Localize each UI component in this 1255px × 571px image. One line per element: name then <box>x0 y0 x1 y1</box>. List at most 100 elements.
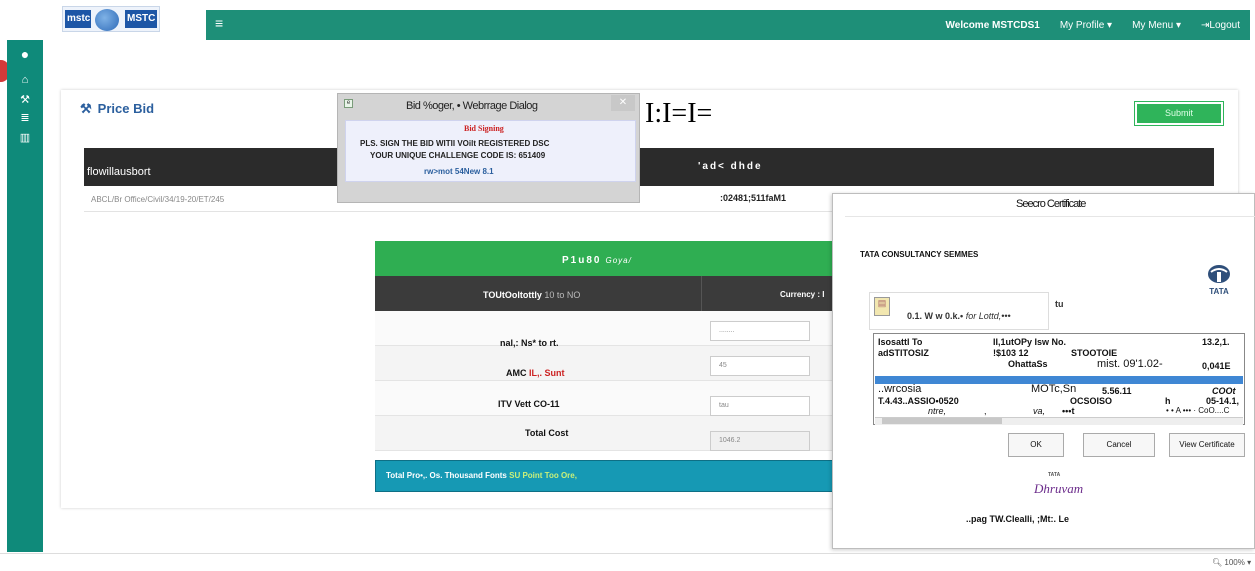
challenge-code-message: YOUR UNIQUE CHALLENGE CODE IS: 651409 <box>370 151 546 160</box>
logout-link[interactable]: ⇥Logout <box>1201 20 1240 31</box>
chart-icon[interactable]: ▥ <box>19 132 31 144</box>
rate-input[interactable]: ........ <box>710 321 810 341</box>
cert-cell: 5.56.11 <box>1102 386 1132 396</box>
logout-label: Logout <box>1209 19 1240 31</box>
cancel-button[interactable]: Cancel <box>1083 433 1155 457</box>
page-title-text: Price Bid <box>97 101 155 116</box>
total-in-words: Total Pro•,. Os. Thousand Fonts SU Point… <box>386 471 577 480</box>
cert-cell: !$103 12 <box>993 348 1029 358</box>
mstc-logo[interactable]: mstc MSTC <box>62 6 160 32</box>
page-title: ⚒ Price Bid <box>80 101 154 117</box>
navbar: ≡ Welcome MSTCDS1 My Profile ▾ My Menu ▾… <box>206 10 1250 40</box>
divider <box>845 216 1255 217</box>
certificate-icon: ▤ <box>874 297 890 316</box>
logo-text-right: MSTC <box>125 10 157 28</box>
home-icon[interactable]: ⌂ <box>19 74 31 86</box>
cert-cell: COOt <box>1212 386 1236 396</box>
zoom-control[interactable]: 🔍︎ 100% ▾ <box>1212 558 1251 567</box>
bid-signing-label: Bid Signing <box>464 124 504 133</box>
cert-cell: 13.2,1. <box>1202 337 1230 347</box>
cert-dialog-footer: ..pag TW.Clealli, ;Mt:. Le <box>966 514 1070 524</box>
tender-ref-text: ABCL/Br Office/Civil/34/19-20/ET/245 <box>91 195 225 204</box>
my-profile-menu[interactable]: My Profile ▾ <box>1060 20 1112 31</box>
tender-ref-number: :02481;511faM1 <box>720 193 787 203</box>
zoom-icon: 🔍︎ <box>1212 558 1223 567</box>
tata-logo: TATA <box>1208 265 1230 296</box>
cert-info-line-text: 0.1. W w 0.k.• <box>907 311 964 321</box>
cert-cell: , <box>984 406 987 416</box>
price-table-title-italic: Goya/ <box>605 256 632 265</box>
cert-info-line-italic: for Lottd,••• <box>965 311 1011 321</box>
list-icon[interactable]: ≣ <box>19 112 31 124</box>
price-table-col-currency: Currency : I <box>780 290 825 299</box>
total-cost-field: 1046.2 <box>710 431 810 451</box>
row-label-rate: nal,: Ns* to rt. <box>500 338 559 348</box>
dialog-app-icon: e <box>344 99 353 108</box>
row-label-amc-red: IL,. Sunt <box>529 368 565 378</box>
view-certificate-button[interactable]: View Certificate <box>1169 433 1245 457</box>
tax-input[interactable]: tau <box>710 396 810 416</box>
row-label-amc: AMC IL,. Sunt <box>506 368 565 378</box>
cert-cell: •••t <box>1062 406 1075 416</box>
submit-button[interactable]: Submit <box>1134 101 1224 126</box>
cert-cell: mist. 09'1.02- <box>1097 358 1163 370</box>
globe-icon <box>95 9 119 31</box>
cert-cell: h <box>1165 396 1171 406</box>
scrollbar-thumb[interactable] <box>882 418 1002 424</box>
cert-cell: STOOTOIE <box>1071 348 1118 358</box>
price-table-col-item: TOUtOoltottly 10 to NO <box>483 290 580 300</box>
cert-cell: OCSOISO <box>1070 396 1113 406</box>
dhruvam-tata-text: TATA <box>1048 472 1061 478</box>
ok-button[interactable]: OK <box>1008 433 1064 457</box>
total-in-words-highlight: SU Point Too Ore, <box>509 471 577 480</box>
hamburger-menu-icon[interactable]: ≡ <box>215 16 227 30</box>
cert-cell: 0,041E <box>1202 361 1231 371</box>
cert-cell: • • A ••• · CoO....C <box>1166 406 1230 415</box>
row-label-total: Total Cost <box>525 428 569 438</box>
my-menu[interactable]: My Menu ▾ <box>1132 20 1181 31</box>
row-label-tax: ITV Vett CO-11 <box>498 399 560 409</box>
cert-cell: OhattaSs <box>1008 359 1048 369</box>
tender-header-bar <box>84 148 1214 186</box>
top-bar: mstc MSTC ≡ Welcome MSTCDS1 My Profile ▾… <box>0 0 1255 40</box>
col-item-suffix: 10 to NO <box>544 290 581 300</box>
sign-link[interactable]: rw>mot 54New 8.1 <box>424 167 494 176</box>
cert-info-line: 0.1. W w 0.k.• for Lottd,••• <box>907 311 1011 321</box>
cert-cell: T.4.43..ASSIO•0520 <box>878 396 959 406</box>
col-item-label: TOUtOoltottly <box>483 290 542 300</box>
dhruvam-logo: Dhruvam <box>1034 481 1084 496</box>
gavel-icon[interactable]: ⚒ <box>19 94 31 106</box>
price-table-header <box>375 276 840 311</box>
cert-cell: ..wrcosia <box>878 383 922 395</box>
user-icon[interactable]: ● <box>19 47 31 61</box>
price-table-title-text: P1u80 <box>562 255 602 266</box>
cert-cell: II,1utOPy Isw No. <box>993 337 1067 347</box>
zoom-level: 100% <box>1224 558 1245 567</box>
svg-text:TATA: TATA <box>1209 287 1229 296</box>
sidebar: ● ⌂ ⚒ ≣ ▥ <box>7 40 43 552</box>
vendor-name: TATA CONSULTANCY SEMMES <box>860 250 979 259</box>
tender-header-left: flowillausbort <box>87 166 151 178</box>
cert-cell: va, <box>1033 406 1046 416</box>
cert-cell: 05-14.1, <box>1206 396 1240 406</box>
cert-cell: MOTc,Sn <box>1031 383 1077 395</box>
column-divider <box>701 276 702 311</box>
price-table-title: P1u80 Goya/ <box>562 255 632 266</box>
cert-dialog-title: Seecro Certificate <box>1016 198 1086 210</box>
cert-cell: ntre, <box>928 406 947 416</box>
dialog-title: Bid %oger, • Webrrage Dialog <box>406 100 538 112</box>
cert-cell: Isosattl To <box>878 337 923 347</box>
cert-cell: adSTITOSIZ <box>878 348 929 358</box>
amc-input[interactable]: 45 <box>710 356 810 376</box>
dsc-message: PLS. SIGN THE BID WITII VOilt REGISTERED… <box>360 139 550 148</box>
nav-right: Welcome MSTCDS1 My Profile ▾ My Menu ▾ ⇥… <box>946 10 1240 40</box>
tender-header-right: 'ad< dhde <box>698 161 763 172</box>
total-in-words-text: Total Pro•,. Os. Thousand Fonts <box>386 471 507 480</box>
close-icon[interactable]: ✕ <box>611 95 635 111</box>
welcome-text: Welcome MSTCDS1 <box>945 19 1040 31</box>
cert-info-top: tu <box>1055 299 1064 309</box>
gavel-icon: ⚒ <box>80 101 92 116</box>
logo-text-left: mstc <box>65 10 91 28</box>
status-bar <box>0 553 1255 571</box>
header-glyphs: I:I=I= <box>645 98 713 129</box>
